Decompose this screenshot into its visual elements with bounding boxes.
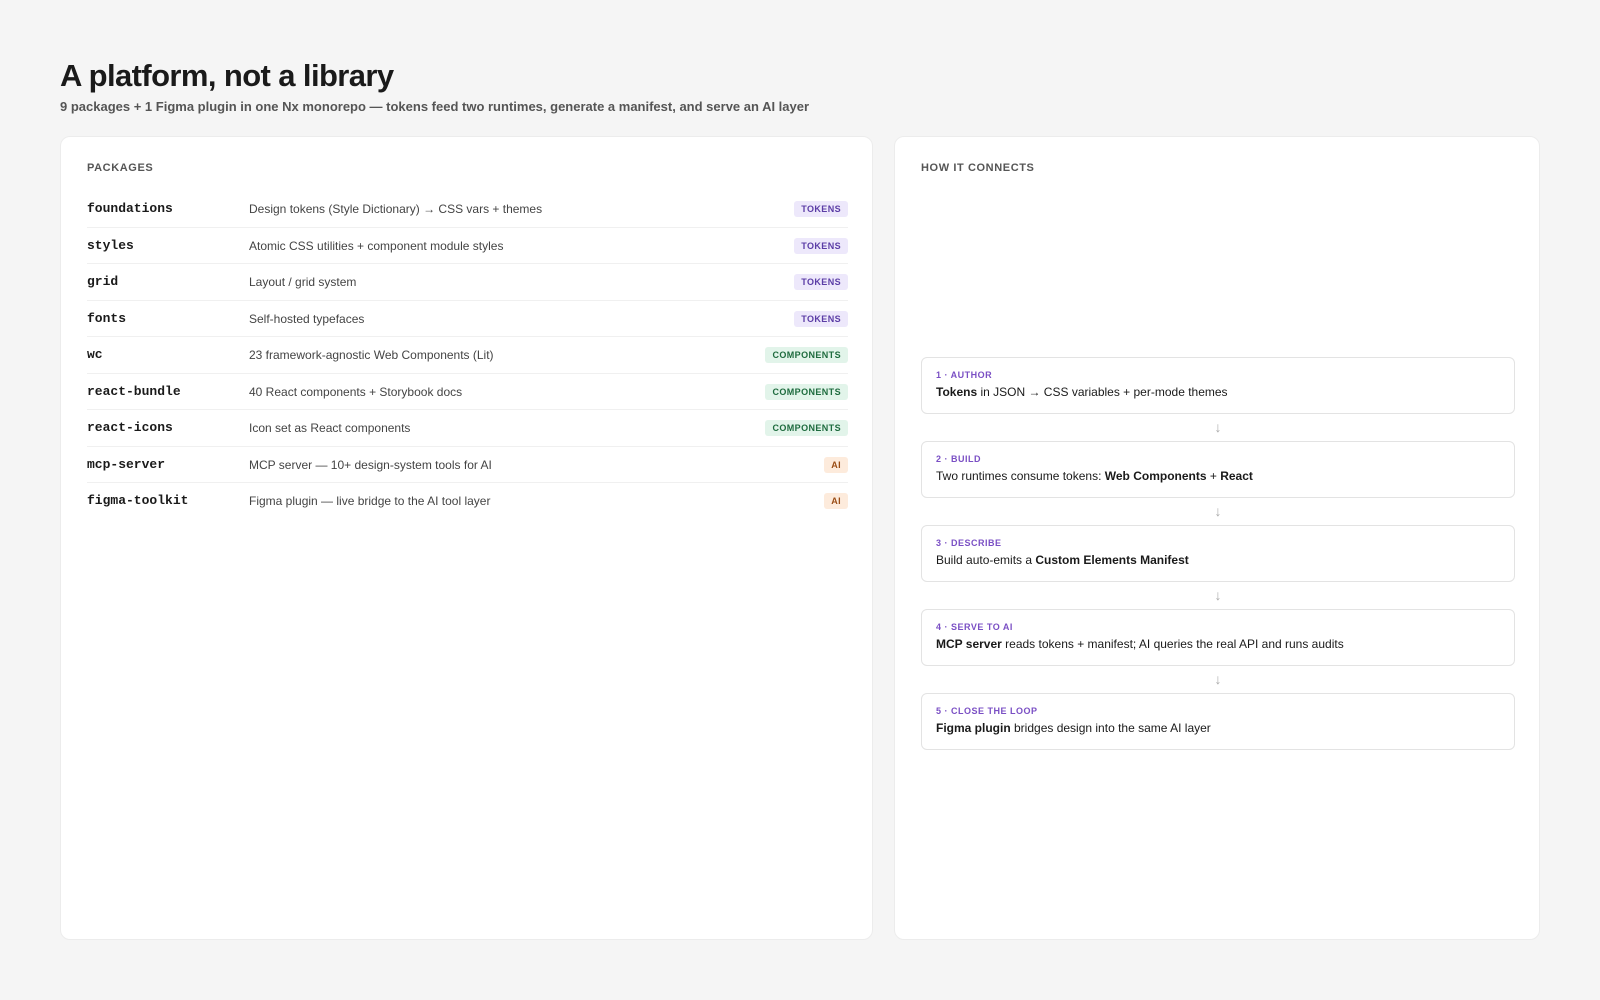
package-row: styles Atomic CSS utilities + component m… [87,228,848,264]
package-description: Design tokens (Style Dictionary) → CSS v… [249,202,543,216]
package-row: wc 23 framework-agnostic Web Components (… [87,337,848,374]
package-name: grid [87,274,119,289]
down-arrow-icon: ↓ [1214,503,1222,519]
step-text-emphasis: React [1220,469,1253,483]
package-description: Layout / grid system [249,275,357,289]
step-label: 1 · AUTHOR [936,370,993,380]
step-label: 2 · BUILD [936,454,981,464]
package-description: Icon set as React components [249,421,411,435]
step-text: Figma plugin bridges design into the sam… [936,720,1500,736]
step-label: 4 · SERVE TO AI [936,622,1013,632]
package-row: react-bundle 40 React components + Storyb… [87,374,848,410]
package-name: wc [87,347,103,362]
package-row: grid Layout / grid system TOKENS [87,264,848,301]
step-text-part: bridges design into the same AI layer [1010,721,1211,735]
step-text-emphasis: Custom Elements Manifest [1035,553,1189,567]
down-arrow-icon: ↓ [1214,587,1222,603]
package-row: react-icons Icon set as React components C… [87,410,848,447]
package-name: react-icons [87,420,173,435]
page-title: A platform, not a library [60,58,394,93]
page-subtitle: 9 packages + 1 Figma plugin in one Nx mo… [60,99,810,114]
package-badge: COMPONENTS [765,347,848,363]
flow-step: 1 · AUTHOR Tokens in JSON → CSS variables… [921,357,1515,414]
step-text: Build auto-emits a Custom Elements Manif… [936,552,1500,568]
step-text-emphasis: MCP server [936,637,1002,651]
step-text: Tokens in JSON → CSS variables + per-mod… [936,384,1500,400]
step-text: Two runtimes consume tokens: Web Compone… [936,468,1500,484]
package-badge: COMPONENTS [765,420,848,436]
package-row: fonts Self-hosted typefaces TOKENS [87,301,848,337]
step-text-part: Two runtimes consume tokens: [936,469,1105,483]
page: A platform, not a library 9 packages + 1… [0,0,1600,1000]
package-badge: COMPONENTS [765,383,848,400]
package-name: styles [87,237,134,253]
step-text-emphasis: Figma plugin [936,721,1011,735]
packages-heading: PACKAGES [87,162,154,174]
step-text: MCP server reads tokens + manifest; AI q… [936,636,1500,652]
package-badge: TOKENS [794,310,848,327]
connects-card: HOW IT CONNECTS 1 · AUTHOR Tokens in JSON… [894,136,1540,940]
step-label: 5 · CLOSE THE LOOP [936,706,1038,716]
packages-card: PACKAGES foundations Design tokens (Style… [60,136,873,940]
package-row: mcp-server MCP server — 10+ design-system… [87,447,848,483]
package-name: react-bundle [87,383,181,399]
step-text-part: Build auto-emits a [936,553,1036,567]
step-text-part: in JSON → CSS variables + per-mode theme… [977,385,1228,399]
connects-heading: HOW IT CONNECTS [921,162,1035,174]
down-arrow-icon: ↓ [1214,419,1222,435]
package-badge: AI [824,493,848,509]
package-badge: TOKENS [794,274,848,290]
package-name: fonts [87,310,127,326]
package-description: Figma plugin — live bridge to the AI too… [249,494,491,508]
connects-flow: 1 · AUTHOR Tokens in JSON → CSS variables… [921,357,1515,750]
package-description: Self-hosted typefaces [249,311,365,326]
down-arrow-icon: ↓ [1214,671,1222,687]
step-text-part: + [1206,469,1221,483]
package-row: foundations Design tokens (Style Dictiona… [87,191,848,228]
package-description: 23 framework-agnostic Web Components (Li… [249,348,494,362]
package-description: Atomic CSS utilities + component module … [249,238,504,253]
step-text-part: reads tokens + manifest; AI queries the … [1001,637,1344,651]
step-label: 3 · DESCRIBE [936,538,1002,548]
package-description: MCP server — 10+ design-system tools for… [249,457,492,472]
package-badge: TOKENS [794,201,848,217]
package-row: figma-toolkit Figma plugin — live bridge … [87,483,848,520]
flow-step: 3 · DESCRIBE Build auto-emits a Custom El… [921,525,1515,582]
package-badge: TOKENS [794,237,848,254]
step-text-emphasis: Web Components [1104,469,1207,483]
package-name: foundations [87,201,173,216]
package-description: 40 React components + Storybook docs [249,384,463,399]
package-name: mcp-server [87,456,166,472]
flow-step: 5 · CLOSE THE LOOP Figma plugin bridges d… [921,693,1515,750]
package-name: figma-toolkit [87,493,189,508]
step-text-emphasis: Tokens [936,385,978,399]
packages-list: foundations Design tokens (Style Dictiona… [87,191,848,520]
flow-step: 2 · BUILD Two runtimes consume tokens: We… [921,441,1515,498]
flow-step: 4 · SERVE TO AI MCP server reads tokens +… [921,609,1515,666]
package-badge: AI [824,456,848,473]
